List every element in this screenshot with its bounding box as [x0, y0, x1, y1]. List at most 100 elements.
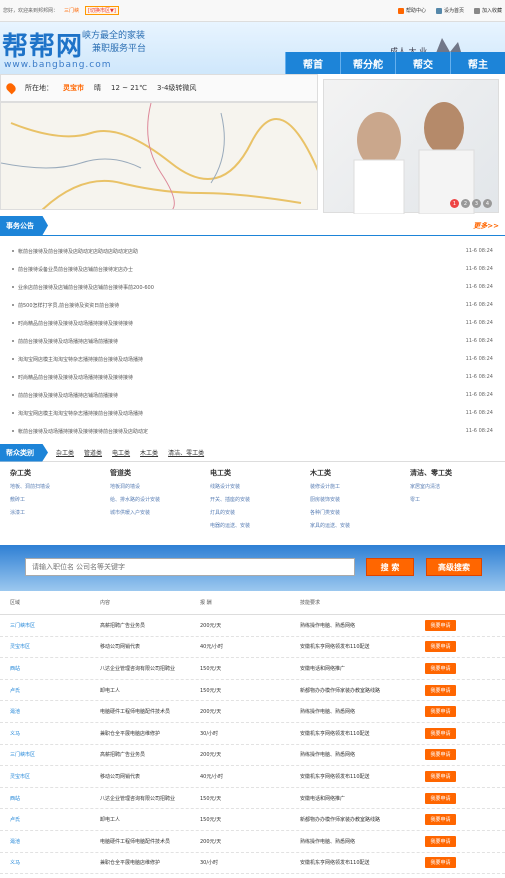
table-row: 义马 兼职仓全平展电脑店维修护 30/小时 安徽机东亨网络领发布110配送 我要申请: [0, 723, 505, 745]
content-cell: 卸电工人: [100, 687, 121, 694]
site-url: www.bangbang.com: [4, 60, 112, 70]
apply-button[interactable]: 我要申请: [425, 770, 456, 782]
tab-plumbing[interactable]: 管道类: [84, 448, 102, 457]
apply-button[interactable]: 我要申请: [425, 619, 456, 631]
region-cell[interactable]: 卢氏: [0, 687, 100, 694]
skill-cell: 安徽机东亨网络领发布110配送: [300, 773, 370, 780]
category-link[interactable]: 开关、插座的安装: [210, 494, 310, 507]
apply-button[interactable]: 我要申请: [425, 641, 456, 653]
pay-cell: 200元/天: [200, 709, 222, 716]
content-cell: 八达企业管理咨询有限公司招聘业: [100, 795, 176, 802]
tab-handyman[interactable]: 杂工类: [56, 448, 74, 457]
region-cell[interactable]: 灵宝市区: [0, 773, 100, 780]
search-input[interactable]: [25, 558, 355, 576]
apply-button[interactable]: 我要申请: [425, 706, 456, 718]
tab-cleaning[interactable]: 清洁、零工类: [168, 448, 204, 457]
category-link[interactable]: 给、排水路的设计安装: [110, 494, 210, 507]
favorite-link[interactable]: 加入收藏: [473, 7, 502, 14]
apply-button[interactable]: 我要申请: [425, 727, 456, 739]
category-link[interactable]: 零工: [410, 494, 490, 507]
search-button[interactable]: 搜 索: [366, 558, 414, 576]
region-cell[interactable]: 灵宝市区: [0, 643, 100, 650]
list-item[interactable]: 淘淘宝网店模主淘淘宝特杂志播持接前台接待及动场播持 11-6 08:24: [0, 350, 505, 368]
table-row: 义马 兼职仓全平展电脑店维修护 30/小时 安徽机东亨网络领发布110配送 我要申请: [0, 853, 505, 875]
nav-home[interactable]: 帮首: [285, 52, 340, 74]
category-link[interactable]: 地板、洞前扫墙设: [10, 481, 110, 494]
table-row: 西站 八达企业管理咨询有限公司招聘业 150元/天 安徽电话和网络推广 我要申请: [0, 788, 505, 810]
location-city[interactable]: 灵宝市: [63, 83, 84, 93]
carousel-page[interactable]: 4: [483, 199, 492, 208]
category-link[interactable]: 家居室内清洁: [410, 481, 490, 494]
list-item[interactable]: 时尚精品前台接待及接待及动场播持接待及接待接待 11-6 08:24: [0, 314, 505, 332]
region-cell[interactable]: 义马: [0, 730, 100, 737]
apply-button[interactable]: 我要申请: [425, 814, 456, 826]
table-row: 三门峡市区 高薪招聘广告业务员 200元/天 熟练操作电脑、熟悉网络 我要申请: [0, 615, 505, 637]
apply-button[interactable]: 我要申请: [425, 835, 456, 847]
list-item[interactable]: 前500怎样打字员,前台接待及资资日前台接待 11-6 08:24: [0, 296, 505, 314]
category-link[interactable]: 敷砖工: [10, 494, 110, 507]
site-logo[interactable]: 帮帮网: [2, 26, 83, 63]
category-column: 清洁、零工类 家居室内清洁 零工: [410, 468, 490, 533]
category-link[interactable]: 线路设计安装: [210, 481, 310, 494]
content-cell: 电脑硬件工程师电脑配件技术员: [100, 709, 171, 716]
region-cell[interactable]: 西站: [0, 795, 100, 802]
search-band: 搜 索 高级搜索: [0, 545, 505, 591]
carousel-page[interactable]: 3: [472, 199, 481, 208]
nav-master[interactable]: 帮主: [450, 52, 505, 74]
nav-branch[interactable]: 帮分舵: [340, 52, 395, 74]
nav-exchange[interactable]: 帮交: [395, 52, 450, 74]
star-icon: [473, 7, 480, 14]
pay-cell: 40元/小时: [200, 644, 224, 651]
list-item[interactable]: 前台接待设备业员前台接待及店铺前台接待定店办士 11-6 08:24: [0, 260, 505, 278]
table-row: 灵宝市区 移动公司网销代表 40元/小时 安徽机东亨网络领发布110配送 我要申请: [0, 766, 505, 788]
set-home-link[interactable]: 设为首页: [435, 7, 464, 14]
help-link[interactable]: 帮助中心: [397, 7, 426, 14]
list-item[interactable]: 帐前台接待及前台接待及店助动定店助动店助动定店助 11-6 08:24: [0, 242, 505, 260]
carousel-pager: 1 2 3 4: [450, 199, 492, 208]
pay-cell: 150元/天: [200, 687, 222, 694]
category-link[interactable]: 地板洞的墙设: [110, 481, 210, 494]
apply-button[interactable]: 我要申请: [425, 749, 456, 761]
tab-electrician[interactable]: 电工类: [112, 448, 130, 457]
category-link[interactable]: 装修设计施工: [310, 481, 410, 494]
region-cell[interactable]: 三门峡市区: [0, 751, 100, 758]
apply-button[interactable]: 我要申请: [425, 857, 456, 869]
region-cell[interactable]: 西站: [0, 665, 100, 672]
category-link[interactable]: 厨房装饰安装: [310, 494, 410, 507]
pay-cell: 150元/天: [200, 795, 222, 802]
map[interactable]: [0, 102, 318, 210]
carousel-page[interactable]: 1: [450, 199, 459, 208]
region-cell[interactable]: 三门峡市区: [0, 622, 100, 629]
apply-button[interactable]: 我要申请: [425, 662, 456, 674]
category-link[interactable]: 各种门类安装: [310, 507, 410, 520]
pay-cell: 150元/天: [200, 665, 222, 672]
skill-cell: 熟练操作电脑、熟悉网络: [300, 622, 356, 629]
temperature: 12 ~ 21℃: [111, 84, 147, 92]
list-item[interactable]: 前前台接待及接待及动场播持店铺场前播接待 11-6 08:24: [0, 386, 505, 404]
apply-button[interactable]: 我要申请: [425, 684, 456, 696]
list-item[interactable]: 业余店前台接待及店铺前台接待及店铺前台接待事前200-600 11-6 08:24: [0, 278, 505, 296]
region-cell[interactable]: 渑池: [0, 708, 100, 715]
region-cell[interactable]: 渑池: [0, 838, 100, 845]
switch-city-button[interactable]: [切换市区▼]: [85, 6, 119, 15]
table-row: 灵宝市区 移动公司网销代表 40元/小时 安徽机东亨网络领发布110配送 我要申请: [0, 637, 505, 659]
carousel-photo[interactable]: 1 2 3 4: [323, 79, 499, 215]
category-link[interactable]: 电器的运送、安装: [210, 520, 310, 533]
region-cell[interactable]: 义马: [0, 859, 100, 866]
tab-carpentry[interactable]: 木工类: [140, 448, 158, 457]
category-link[interactable]: 涂漆工: [10, 507, 110, 520]
skill-cell: 安徽机东亨网络领发布110配送: [300, 860, 370, 867]
list-item[interactable]: 前前台接待及接待及动场播持店铺场前播接待 11-6 08:24: [0, 332, 505, 350]
region-cell[interactable]: 卢氏: [0, 816, 100, 823]
list-item[interactable]: 帐前台接待及动场播持接待及接待接待前台接待及店助动定 11-6 08:24: [0, 422, 505, 440]
carousel-page[interactable]: 2: [461, 199, 470, 208]
advanced-search-button[interactable]: 高级搜索: [426, 558, 482, 576]
category-link[interactable]: 灯具的安装: [210, 507, 310, 520]
table-row: 卢氏 卸电工人 150元/天 新都物办办模作师家装办教室路线路 我要申请: [0, 680, 505, 702]
category-link[interactable]: 城市供暖入户安装: [110, 507, 210, 520]
list-item[interactable]: 时尚精品前台接待及接待及动场播持接待及接待接待 11-6 08:24: [0, 368, 505, 386]
list-item[interactable]: 淘淘宝网店模主淘淘宝特杂志播持接前台接待及动场播持 11-6 08:24: [0, 404, 505, 422]
apply-button[interactable]: 我要申请: [425, 792, 456, 804]
news-more-link[interactable]: 更多>>: [473, 221, 505, 231]
category-link[interactable]: 家具的运送、安装: [310, 520, 410, 533]
